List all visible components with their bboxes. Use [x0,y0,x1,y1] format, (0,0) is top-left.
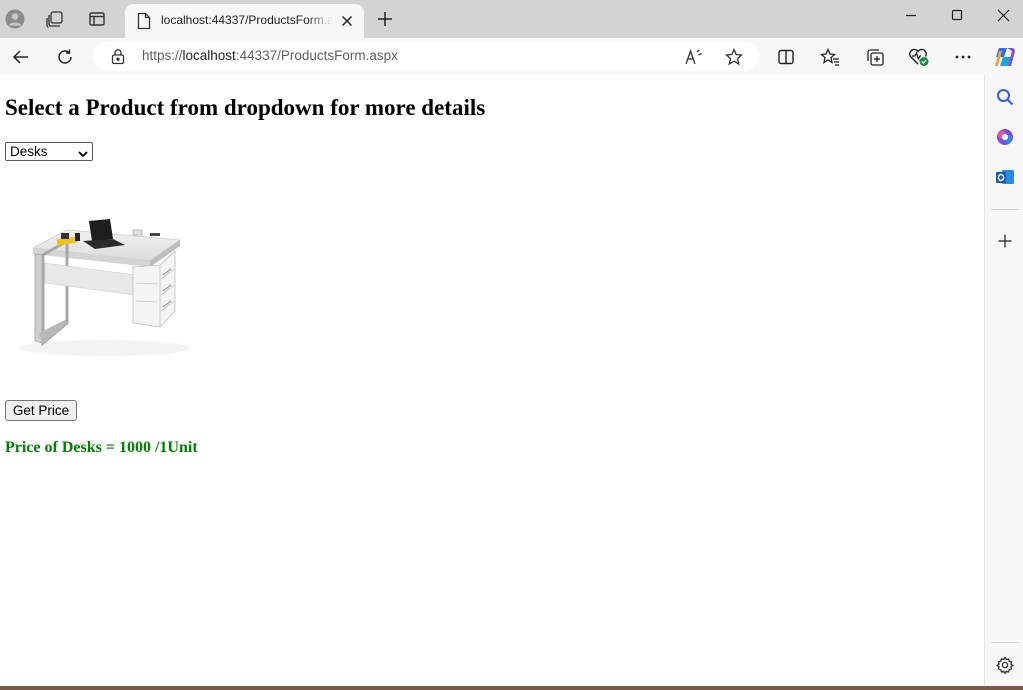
url-scheme: https:// [142,48,183,63]
split-screen-icon[interactable] [773,44,799,70]
browser-sidebar [984,75,1023,686]
copilot-sidebar-icon[interactable] [993,125,1017,149]
workspaces-icon[interactable] [43,7,67,31]
address-bar[interactable]: https://localhost:44337/ProductsForm.asp… [93,42,759,71]
close-icon[interactable] [980,0,1023,30]
url-host: localhost [182,48,236,63]
collections-icon[interactable] [862,44,888,70]
add-icon[interactable] [993,229,1017,253]
tab-actions-icon[interactable] [85,7,109,31]
sidebar-divider [991,209,1019,210]
url-text[interactable]: https://localhost:44337/ProductsForm.asp… [142,48,398,65]
refresh-icon[interactable] [52,44,78,70]
browser-essentials-icon[interactable] [906,44,932,70]
lock-icon[interactable] [110,48,126,65]
maximize-icon[interactable] [934,0,980,30]
settings-icon[interactable] [993,653,1017,677]
page-content: Select a Product from dropdown for more … [0,75,984,686]
favorite-star-icon[interactable] [723,46,745,68]
title-bar: localhost:44337/ProductsForm.aspx [0,0,1023,38]
copilot-icon[interactable] [992,44,1018,70]
page-heading: Select a Product from dropdown for more … [5,95,486,120]
get-price-button[interactable]: Get Price [5,400,77,421]
back-icon[interactable] [8,44,34,70]
read-aloud-icon[interactable] [683,46,705,68]
product-image [5,183,205,383]
browser-toolbar: https://localhost:44337/ProductsForm.asp… [0,38,1023,75]
minimize-icon[interactable] [888,0,934,30]
product-dropdown[interactable]: Desks [5,142,93,161]
plus-icon[interactable] [373,7,397,31]
favorites-icon[interactable] [817,44,843,70]
outlook-icon[interactable] [993,165,1017,189]
taskbar-edge [0,686,1023,690]
profile-icon[interactable] [3,7,27,31]
close-icon[interactable] [338,12,356,30]
product-dropdown-value: Desks [10,144,48,159]
search-icon[interactable] [993,85,1017,109]
sidebar-divider [991,642,1019,643]
active-tab[interactable]: localhost:44337/ProductsForm.aspx [125,4,364,38]
page-icon [136,12,152,30]
url-path: :44337/ProductsForm.aspx [235,48,398,63]
tab-title: localhost:44337/ProductsForm.aspx [161,13,333,27]
chevron-down-icon [78,147,88,158]
more-icon[interactable] [950,44,976,70]
price-result-text: Price of Desks = 1000 /1Unit [5,439,198,456]
